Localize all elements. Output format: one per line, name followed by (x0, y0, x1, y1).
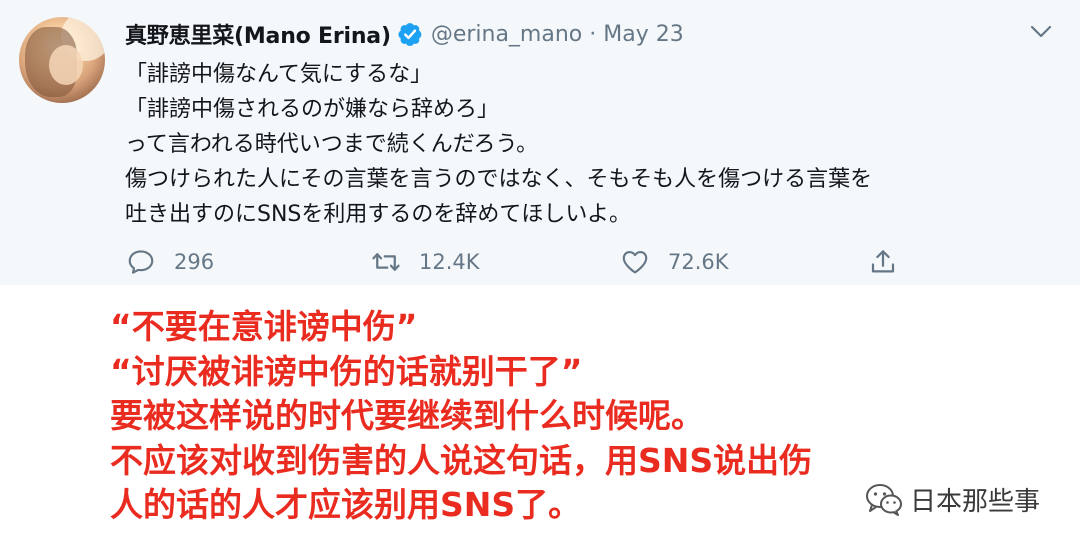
like-count: 72.6K (668, 250, 729, 274)
user-handle[interactable]: @erina_mano (431, 22, 582, 47)
tweet-date[interactable]: May 23 (603, 22, 683, 47)
verified-badge-icon (398, 23, 422, 47)
like-button[interactable]: 72.6K (620, 244, 729, 280)
watermark: 日本那些事 (864, 479, 1040, 519)
share-icon (871, 250, 895, 273)
heart-icon (622, 250, 648, 274)
avatar[interactable] (17, 15, 107, 105)
retweet-count: 12.4K (419, 250, 480, 274)
share-button[interactable] (868, 244, 898, 280)
chevron-down-icon[interactable] (1029, 22, 1053, 42)
wechat-icon (866, 484, 902, 516)
reply-icon (128, 250, 154, 274)
header-separator: · (589, 21, 597, 47)
translation-line: “讨厌被诽谤中伤的话就别干了” (110, 351, 583, 391)
retweet-button[interactable]: 12.4K (371, 244, 480, 280)
display-name[interactable]: 真野恵里菜(Mano Erina) (125, 18, 391, 50)
tweet-line: 傷つけられた人にその言葉を言うのではなく、そもそも人を傷つける言葉を (125, 167, 873, 192)
watermark-text: 日本那些事 (910, 486, 1041, 517)
tweet-text: 「誹謗中傷なんて気にするな」 「誹謗中傷されるのが嫌なら辞めろ」 って言われる時… (125, 57, 1070, 232)
tweet-card: 真野恵里菜(Mano Erina) @erina_mano · May 23 「… (0, 0, 1080, 285)
tweet-line: 「誹謗中傷されるのが嫌なら辞めろ」 (125, 97, 500, 122)
reply-count: 296 (174, 250, 215, 274)
translation-line: “不要在意诽谤中伤” (110, 307, 418, 346)
retweet-icon (372, 253, 400, 271)
translation-line: 人的话的人才应该别用SNS了。 (110, 485, 582, 524)
translation-line: 要被这样说的时代要继续到什么时候呢。 (110, 396, 704, 435)
reply-button[interactable]: 296 (126, 244, 214, 280)
chinese-translation: “不要在意诽谤中伤” “讨厌被诽谤中伤的话就别干了” 要被这样说的时代要继续到什… (110, 305, 812, 528)
tweet-actions: 296 12.4K 72.6K (0, 244, 1080, 280)
tweet-line: 「誹謗中傷なんて気にするな」 (125, 62, 433, 87)
translation-line: 不应该对收到伤害的人说这句话，用SNS说出伤 (110, 440, 813, 480)
tweet-line: って言われる時代いつまで続くんだろう。 (125, 132, 539, 157)
tweet-line: 吐き出すのにSNSを利用するのを辞めてほしいよ。 (125, 202, 631, 227)
tweet-header: 真野恵里菜(Mano Erina) @erina_mano · May 23 (125, 14, 684, 54)
